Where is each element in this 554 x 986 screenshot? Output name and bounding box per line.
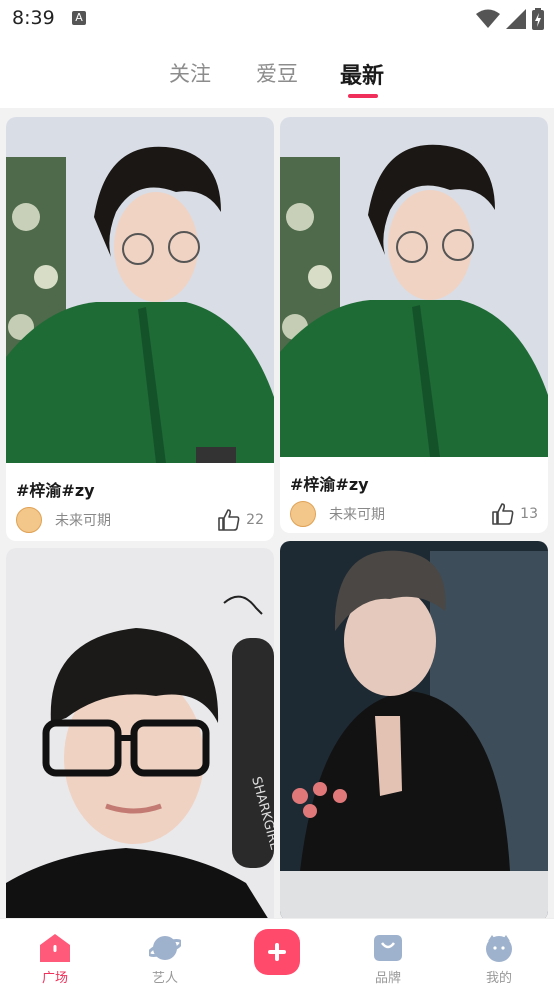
post-title[interactable]: #梓渝#zy <box>16 477 95 501</box>
author-name[interactable]: 未来可期 <box>55 510 218 530</box>
post-photo-image <box>280 117 548 457</box>
post-card[interactable]: #梓渝#zy 未来可期 22 <box>6 117 274 541</box>
avatar[interactable] <box>290 501 316 527</box>
bottom-nav: 广场 艺人 品牌 我的 <box>0 918 554 986</box>
active-tab-indicator <box>348 94 378 98</box>
post-photo[interactable] <box>6 117 274 463</box>
bag-icon <box>374 935 402 961</box>
tab-idol[interactable]: 爱豆 <box>256 58 298 88</box>
nav-add[interactable] <box>222 919 332 985</box>
home-icon <box>40 934 70 962</box>
like-count: 13 <box>520 506 538 522</box>
post-title[interactable]: #梓渝#zy <box>290 471 369 495</box>
plus-icon <box>254 929 300 975</box>
post-card[interactable]: SHARKGIRL <box>6 548 274 918</box>
like-button[interactable]: 22 <box>218 509 264 531</box>
wifi-icon <box>476 9 500 28</box>
nav-square[interactable]: 广场 <box>0 919 110 986</box>
author-name[interactable]: 未来可期 <box>329 504 492 524</box>
post-photo[interactable] <box>280 541 548 918</box>
nav-label: 我的 <box>485 971 512 986</box>
thumbs-up-icon <box>492 503 514 525</box>
like-count: 22 <box>246 512 264 528</box>
signal-icon <box>506 9 526 29</box>
nav-brands[interactable]: 品牌 <box>333 919 443 986</box>
notification-icon: A <box>72 11 86 25</box>
nav-artists[interactable]: 艺人 <box>110 919 220 986</box>
top-tabs: 关注 爱豆 最新 <box>0 44 554 108</box>
post-photo-image <box>280 541 548 918</box>
post-photo-image: SHARKGIRL <box>6 548 274 918</box>
thumbs-up-icon <box>218 509 240 531</box>
nav-label: 品牌 <box>374 971 401 986</box>
nav-label: 广场 <box>41 971 68 986</box>
post-photo[interactable]: SHARKGIRL <box>6 548 274 918</box>
planet-icon <box>149 936 181 960</box>
status-time: 8:39 <box>12 7 55 29</box>
status-icons <box>476 8 544 30</box>
post-photo[interactable] <box>280 117 548 457</box>
post-card[interactable] <box>280 541 548 918</box>
status-bar: 8:39 A <box>0 0 554 38</box>
post-photo-image <box>6 117 274 463</box>
tab-follow[interactable]: 关注 <box>169 58 211 88</box>
avatar[interactable] <box>16 507 42 533</box>
post-meta: 未来可期 22 <box>16 507 264 533</box>
nav-profile[interactable]: 我的 <box>444 919 554 986</box>
post-card[interactable]: #梓渝#zy 未来可期 13 <box>280 117 548 533</box>
battery-icon <box>532 8 544 30</box>
post-meta: 未来可期 13 <box>290 501 538 527</box>
like-button[interactable]: 13 <box>492 503 538 525</box>
post-feed[interactable]: #梓渝#zy 未来可期 22 #梓渝#zy 未来可期 13 SHARKGIRL <box>0 108 554 918</box>
nav-label: 艺人 <box>151 971 178 986</box>
tab-latest[interactable]: 最新 <box>340 58 384 90</box>
profile-face-icon <box>486 935 512 962</box>
